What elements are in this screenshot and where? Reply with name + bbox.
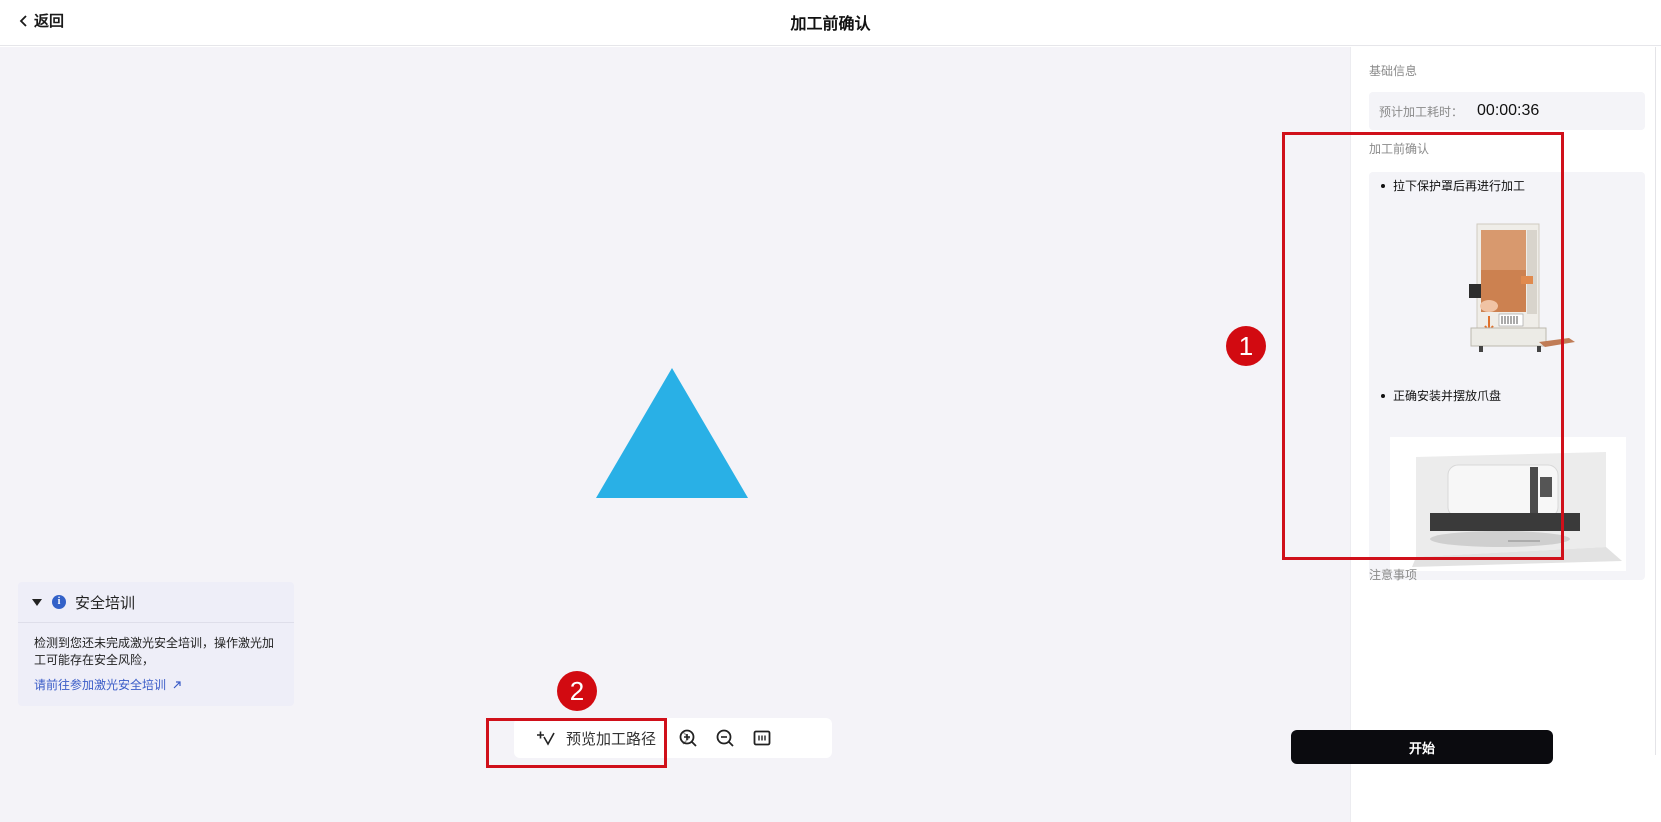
estimate-time-key: 预计加工耗时： bbox=[1379, 104, 1464, 119]
page-title: 加工前确认 bbox=[790, 14, 871, 33]
confirm-item-2: 正确安装并摆放爪盘 bbox=[1381, 387, 1501, 404]
safety-training-link-label: 请前往参加激光安全培训 bbox=[34, 678, 167, 692]
triangle-shape[interactable] bbox=[596, 368, 748, 500]
confirm-item-1: 拉下保护罩后再进行加工 bbox=[1381, 177, 1525, 194]
zoom-out-icon[interactable] bbox=[715, 728, 735, 748]
sidebar-scrollbar-thumb[interactable] bbox=[1655, 47, 1660, 755]
estimate-time-value: 00:00:36 bbox=[1477, 102, 1540, 119]
confirm-item-text: 拉下保护罩后再进行加工 bbox=[1393, 179, 1526, 193]
notice-label: 注意事项 bbox=[1369, 568, 1418, 582]
preview-path-label: 预览加工路径 bbox=[566, 729, 657, 748]
right-sidebar: 基础信息 预计加工耗时： 00:00:36 加工前确认 拉下保护罩后再进行加工 bbox=[1350, 47, 1651, 822]
confirm-label: 加工前确认 bbox=[1369, 142, 1430, 156]
start-button[interactable]: 开始 bbox=[1291, 730, 1553, 764]
back-button[interactable]: 返回 bbox=[18, 10, 64, 31]
back-label: 返回 bbox=[34, 12, 65, 30]
zoom-in-icon[interactable] bbox=[678, 728, 698, 748]
estimate-time-card: 预计加工耗时： 00:00:36 bbox=[1369, 92, 1645, 130]
fit-screen-icon[interactable] bbox=[752, 728, 772, 748]
safety-training-link[interactable]: 请前往参加激光安全培训 bbox=[34, 676, 278, 693]
protective-cover-illustration bbox=[1469, 223, 1575, 352]
basic-info-label: 基础信息 bbox=[1369, 64, 1418, 78]
safety-training-title: 安全培训 bbox=[75, 593, 136, 612]
chuck-tray-illustration bbox=[1390, 437, 1626, 571]
canvas-toolbar: 预览加工路径 bbox=[514, 718, 832, 758]
info-icon: i bbox=[52, 595, 66, 609]
chevron-left-icon bbox=[19, 14, 27, 27]
top-bar: 返回 加工前确认 bbox=[0, 0, 1661, 46]
annotation-badge-2: 2 bbox=[557, 671, 597, 711]
confirm-panel: 拉下保护罩后再进行加工 正确安装并摆放爪盘 bbox=[1369, 172, 1645, 580]
external-link-icon bbox=[173, 680, 181, 688]
safety-training-body: 检测到您还未完成激光安全培训，操作激光加工可能存在安全风险， 请前往参加激光安全… bbox=[18, 622, 294, 706]
safety-training-text: 检测到您还未完成激光安全培训，操作激光加工可能存在安全风险， bbox=[34, 636, 275, 667]
safety-training-header[interactable]: i 安全培训 bbox=[18, 582, 294, 622]
bullet-dot bbox=[1381, 393, 1385, 398]
caret-down-icon bbox=[32, 598, 42, 606]
annotation-badge-1: 1 bbox=[1226, 326, 1266, 366]
confirm-item-text: 正确安装并摆放爪盘 bbox=[1393, 389, 1502, 403]
bullet-dot bbox=[1381, 183, 1385, 188]
preview-path-icon bbox=[537, 731, 555, 746]
